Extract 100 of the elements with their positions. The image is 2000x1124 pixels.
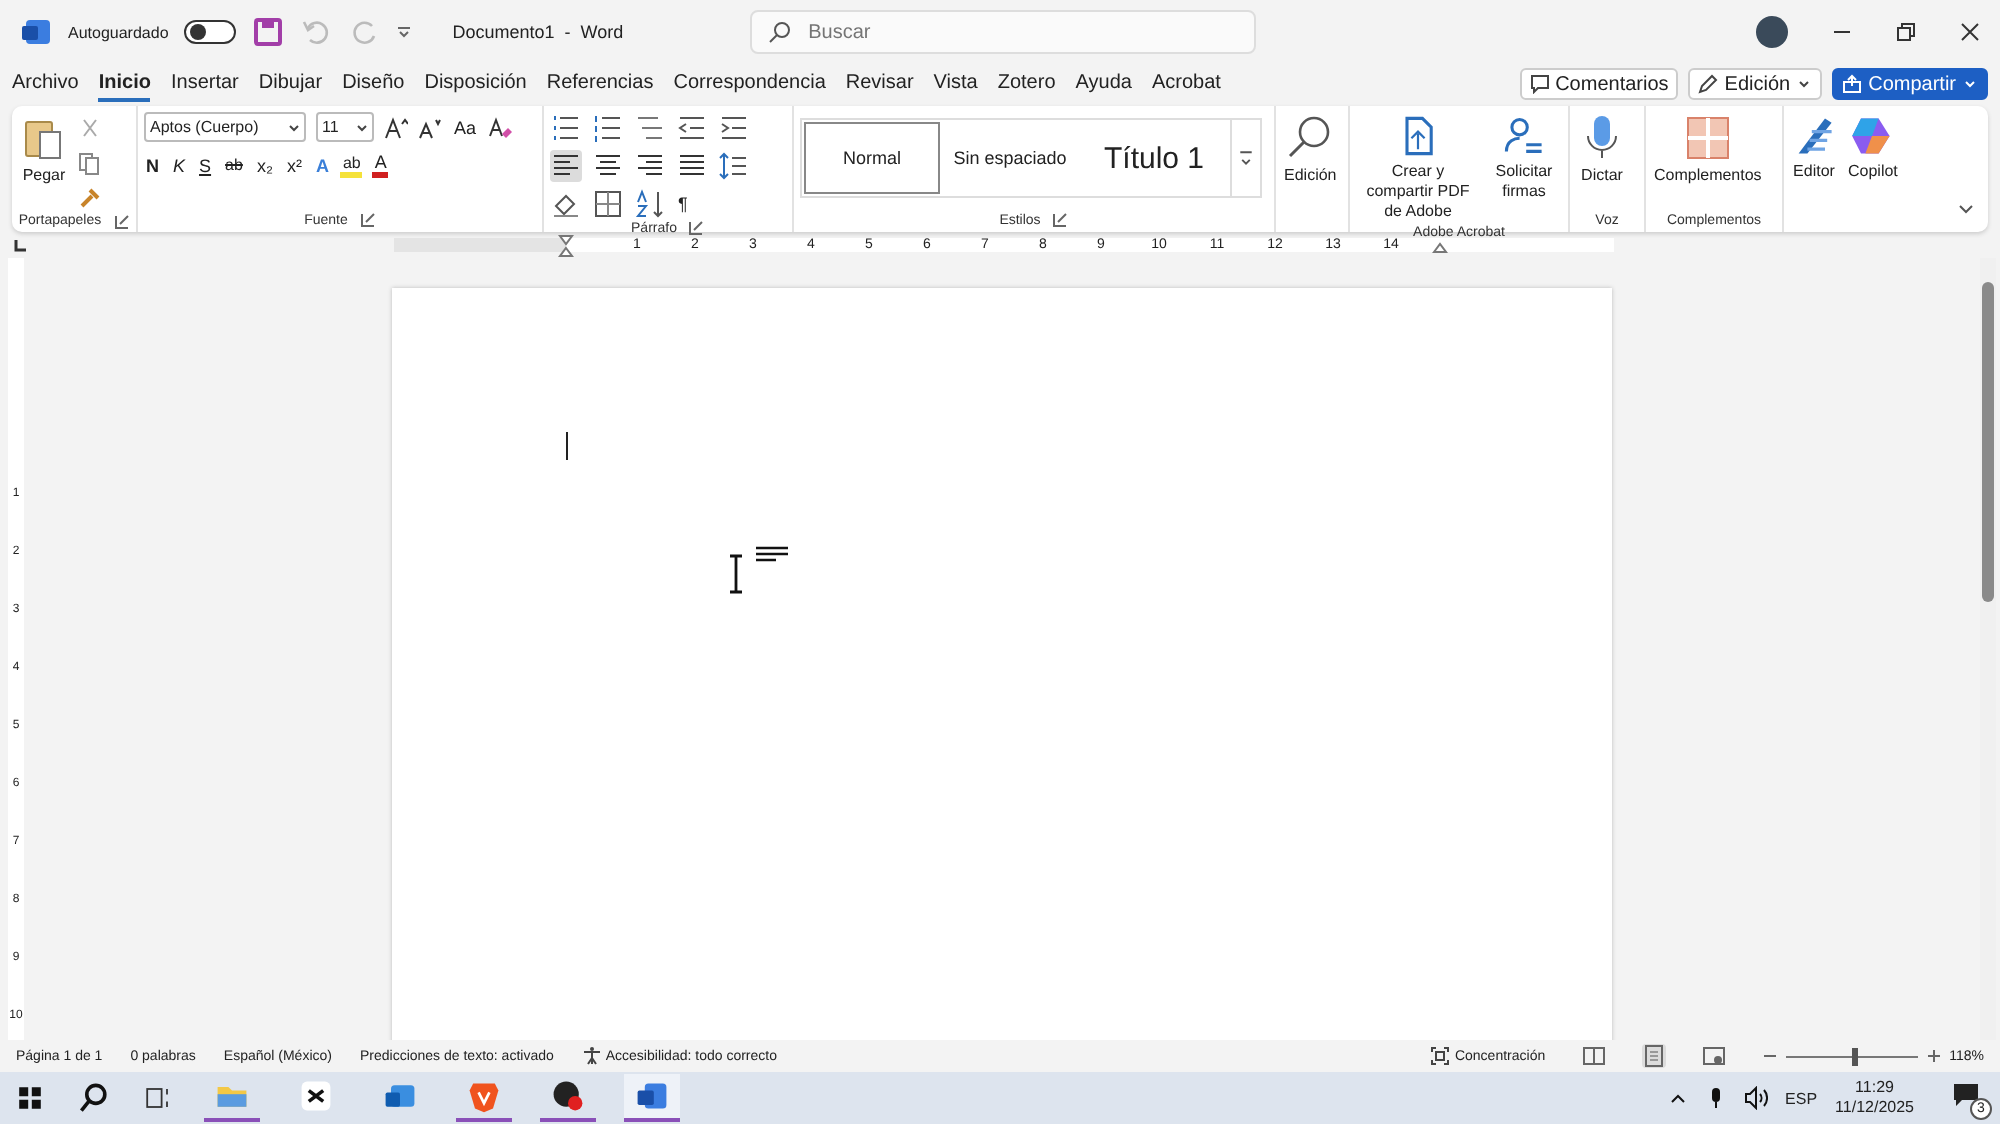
font-size-dropdown[interactable]: 11 <box>316 112 374 142</box>
add-ins-button[interactable]: Complementos <box>1652 110 1764 190</box>
dialog-launcher-icon[interactable] <box>359 212 376 228</box>
format-button[interactable]: K <box>171 155 188 175</box>
search-icon <box>768 20 793 44</box>
subscript-button[interactable]: x₂ <box>254 155 275 175</box>
grid-icon <box>1683 114 1732 162</box>
clear-formatting-icon[interactable] <box>488 115 513 139</box>
format-button[interactable]: S <box>197 155 214 175</box>
document-app-icon <box>634 1078 670 1114</box>
font-color-button[interactable]: A <box>372 152 389 178</box>
dictate-button[interactable]: Dictar <box>1576 110 1628 190</box>
magnifier-icon <box>1286 114 1335 162</box>
indent-marker-icon[interactable] <box>558 233 574 257</box>
ribbon-tab[interactable]: Dibujar <box>258 67 323 101</box>
font-family-dropdown[interactable]: Aptos (Cuerpo) <box>144 112 306 142</box>
highlight-button[interactable]: ab <box>340 153 363 177</box>
line-spacing-icon[interactable] <box>718 149 750 181</box>
ribbon-tab[interactable]: Correspondencia <box>673 67 826 101</box>
align-center-icon[interactable] <box>592 149 624 181</box>
justify-icon[interactable] <box>676 149 708 181</box>
comment-icon <box>1529 74 1550 94</box>
ribbon-tab[interactable]: Acrobat <box>1151 67 1221 101</box>
close-icon[interactable] <box>1960 22 1980 42</box>
sort-icon[interactable] <box>634 187 666 219</box>
dialog-launcher-icon[interactable] <box>1052 212 1069 228</box>
person-sign-icon <box>1502 114 1546 158</box>
print-layout-icon[interactable] <box>1641 1044 1666 1068</box>
caret-icon <box>1962 76 1978 92</box>
autosave-label: Autoguardado <box>68 23 169 41</box>
clock-time[interactable]: 11:29 <box>1855 1078 1894 1098</box>
request-signatures-button[interactable]: Solicitar firmas <box>1488 110 1560 206</box>
editor-button[interactable]: Editor <box>1790 110 1838 186</box>
grow-font-icon[interactable] <box>384 115 408 139</box>
ribbon-tab[interactable]: Referencias <box>546 67 654 101</box>
record-icon <box>550 1078 586 1114</box>
strikethrough-button[interactable]: ab <box>223 156 245 174</box>
numbering-icon[interactable] <box>592 111 624 143</box>
read-mode-icon[interactable] <box>1581 1044 1606 1068</box>
ribbon-tab[interactable]: Archivo <box>12 67 79 101</box>
share-button[interactable]: Compartir <box>1832 68 1988 100</box>
format-painter-icon[interactable] <box>78 186 102 210</box>
clock-date[interactable]: 11/12/2025 <box>1835 1098 1914 1118</box>
create-pdf-button[interactable]: Crear y compartir PDF de Adobe <box>1356 110 1480 226</box>
notifications-icon[interactable] <box>1952 1080 1984 1112</box>
search-input[interactable]: Buscar <box>804 19 1213 45</box>
customize-caret-icon[interactable] <box>396 24 413 40</box>
right-indent-icon[interactable] <box>1432 242 1448 254</box>
bullets-icon[interactable] <box>550 111 582 143</box>
show-marks-button[interactable]: ¶ <box>676 193 690 213</box>
dialog-launcher-icon[interactable] <box>688 220 705 236</box>
app-icon <box>298 1078 334 1114</box>
window-title: Documento1 - Word <box>452 22 624 42</box>
ribbon-tab[interactable]: Insertar <box>170 67 239 101</box>
style-option[interactable]: Sin espaciado <box>942 120 1078 196</box>
ribbon-tab[interactable]: Vista <box>933 67 978 101</box>
text-effects-button[interactable]: A <box>313 155 331 175</box>
ribbon-tab[interactable]: Inicio <box>98 67 151 101</box>
search-field[interactable]: Buscar <box>750 10 1256 54</box>
tab-selector-icon[interactable] <box>12 237 28 253</box>
copilot-button[interactable]: Copilot <box>1846 110 1900 186</box>
ribbon-tab[interactable]: Disposición <box>424 67 527 101</box>
ribbon-tab[interactable]: Ayuda <box>1075 67 1132 101</box>
ribbon-tab[interactable]: Revisar <box>845 67 914 101</box>
editing-mode-button[interactable]: Edición <box>1688 68 1823 100</box>
autosave-toggle[interactable] <box>184 20 237 44</box>
change-case-button[interactable]: Aa <box>452 117 479 137</box>
speaker-icon[interactable] <box>1743 1086 1768 1110</box>
copy-icon[interactable] <box>78 152 102 176</box>
word-app-button[interactable] <box>624 1074 680 1122</box>
multilevel-list-icon[interactable] <box>634 111 666 143</box>
ribbon-tab[interactable]: Diseño <box>342 67 405 101</box>
paste-button[interactable]: Pegar <box>18 110 70 190</box>
zoom-in-icon[interactable] <box>1925 1048 1942 1064</box>
increase-indent-icon[interactable] <box>718 111 750 143</box>
shrink-font-icon[interactable] <box>418 115 442 139</box>
share-icon <box>1842 74 1863 94</box>
save-icon[interactable] <box>252 16 285 48</box>
input-language[interactable]: ESP <box>1785 1089 1818 1107</box>
web-layout-icon[interactable] <box>1701 1044 1726 1068</box>
style-option[interactable]: Normal <box>804 122 940 194</box>
avatar[interactable] <box>1756 16 1788 48</box>
superscript-button[interactable]: x² <box>284 155 304 175</box>
align-right-icon[interactable] <box>634 149 666 181</box>
comments-button[interactable]: Comentarios <box>1519 68 1679 100</box>
restore-icon[interactable] <box>1896 22 1916 42</box>
accessibility-icon <box>581 1046 602 1066</box>
decrease-indent-icon[interactable] <box>676 111 708 143</box>
caret-icon <box>354 119 370 135</box>
editing-button[interactable]: Edición <box>1282 110 1339 190</box>
ribbon-tab[interactable]: Zotero <box>997 67 1056 101</box>
colorful-logo-icon <box>1850 114 1895 158</box>
style-option[interactable]: Título 1 <box>1078 120 1230 196</box>
format-button[interactable]: N <box>144 155 161 175</box>
search-icon[interactable] <box>76 1080 112 1116</box>
shield-icon <box>466 1078 502 1114</box>
caret-icon <box>1796 76 1813 92</box>
align-left-icon[interactable] <box>550 149 582 181</box>
borders-icon[interactable] <box>592 187 624 219</box>
dialog-launcher-icon[interactable] <box>113 213 130 229</box>
